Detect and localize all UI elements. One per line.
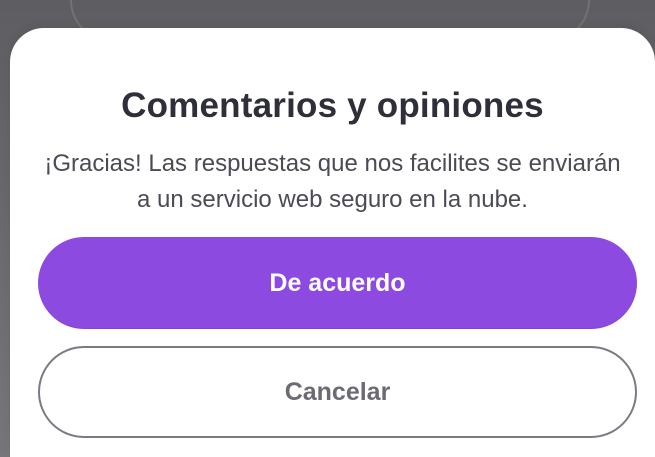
dialog-title: Comentarios y opiniones xyxy=(121,86,544,125)
accept-button[interactable]: De acuerdo xyxy=(38,237,637,329)
cancel-button-label: Cancelar xyxy=(284,377,391,406)
accept-button-label: De acuerdo xyxy=(269,268,406,297)
cancel-button[interactable]: Cancelar xyxy=(38,346,637,438)
dialog-message: ¡Gracias! Las respuestas que nos facilit… xyxy=(44,150,621,213)
feedback-dialog: Comentarios y opiniones ¡Gracias! Las re… xyxy=(10,28,655,457)
